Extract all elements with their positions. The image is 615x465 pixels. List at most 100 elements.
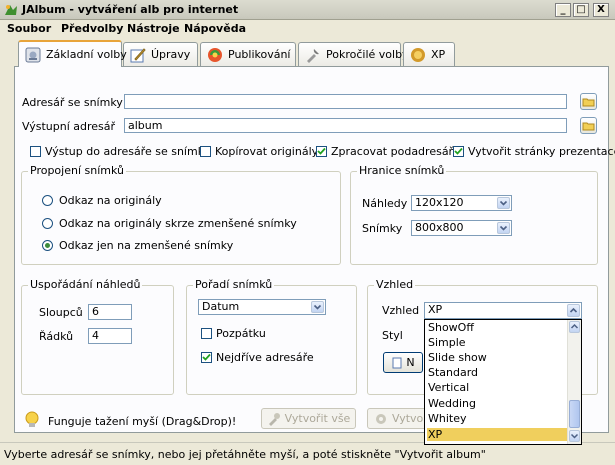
minimize-button[interactable]: _ xyxy=(555,3,571,17)
make-all-icon xyxy=(268,412,280,426)
jalbum-window: JAlbum - vytváření alb pro internet _ □ … xyxy=(0,0,615,465)
source-folder-input[interactable] xyxy=(124,94,567,109)
make-all-label: Vytvořit vše xyxy=(284,412,351,425)
title-bar: JAlbum - vytváření alb pro internet _ □ … xyxy=(0,0,615,20)
rows-input[interactable]: 4 xyxy=(88,328,132,344)
link-thumbs-only-radio[interactable] xyxy=(42,240,53,251)
window-title: JAlbum - vytváření alb pro internet xyxy=(22,3,239,16)
checkbox-label: Zpracovat podadresáře xyxy=(331,145,460,158)
menu-predvolby[interactable]: Předvolby xyxy=(61,22,123,35)
output-to-source-checkbox[interactable] xyxy=(30,146,41,157)
skin-label: Vzhled xyxy=(382,304,420,317)
output-folder-label: Výstupní adresář xyxy=(22,120,116,133)
thumbnails-label: Náhledy xyxy=(362,197,408,210)
skin-dropdown-list: ShowOff Simple Slide show Standard Verti… xyxy=(424,319,582,445)
tab-label: Úpravy xyxy=(151,48,191,61)
checkmark-icon xyxy=(202,353,211,361)
tab-label: Publikování xyxy=(228,48,291,61)
menu-soubor[interactable]: Soubor xyxy=(7,22,51,35)
tab-basic-settings[interactable]: Základní volby xyxy=(18,40,127,67)
document-icon xyxy=(392,357,402,368)
folders-first-label: Nejdříve adresáře xyxy=(216,351,314,364)
radio-label: Odkaz jen na zmenšené snímky xyxy=(59,239,234,252)
skin-option-standard[interactable]: Standard xyxy=(427,366,478,379)
skin-select[interactable]: XP xyxy=(424,302,582,319)
menu-bar: Soubor Předvolby Nástroje Nápověda xyxy=(0,20,615,38)
scroll-up-icon[interactable] xyxy=(569,321,580,333)
sort-order-select[interactable]: Datum xyxy=(198,299,326,315)
lightbulb-icon xyxy=(25,411,39,427)
tab-advanced-settings[interactable]: Pokročilé volby xyxy=(298,42,409,66)
process-subdirs-checkbox[interactable] xyxy=(316,146,327,157)
skin-value: XP xyxy=(428,303,443,316)
radio-label: Odkaz na originály skrze zmenšené snímky xyxy=(59,217,297,230)
rows-label: Řádků xyxy=(39,330,74,343)
link-originals-radio[interactable] xyxy=(42,195,53,206)
menu-napoveda[interactable]: Nápověda xyxy=(184,22,246,35)
make-all-button[interactable]: Vytvořit vše xyxy=(261,408,356,429)
chevron-down-icon[interactable] xyxy=(311,301,324,313)
image-size-select[interactable]: 800x800 xyxy=(411,220,512,236)
link-originals-via-thumbs-radio[interactable] xyxy=(42,218,53,229)
skin-option-wedding[interactable]: Wedding xyxy=(427,397,476,410)
radio-label: Odkaz na originály xyxy=(59,194,162,207)
folder-icon xyxy=(582,98,595,107)
skin-option-xp[interactable]: XP xyxy=(427,428,568,441)
status-text: Vyberte adresář se snímky, nebo jej přet… xyxy=(4,448,486,461)
source-folder-label: Adresář se snímky xyxy=(22,96,123,109)
copy-originals-checkbox[interactable] xyxy=(200,146,211,157)
output-folder-input[interactable]: album xyxy=(124,118,567,133)
tab-xp[interactable]: XP xyxy=(403,42,455,66)
tab-label: Základní volby xyxy=(46,48,127,61)
thumbnail-layout-group-title: Uspořádání náhledů xyxy=(28,278,143,291)
checkmark-icon xyxy=(454,147,463,155)
publish-icon xyxy=(208,47,222,62)
chevron-down-icon[interactable] xyxy=(497,222,510,234)
chevron-down-icon[interactable] xyxy=(497,197,510,209)
scroll-down-icon[interactable] xyxy=(569,430,580,442)
style-label: Styl xyxy=(382,329,403,342)
partial-skin-button[interactable]: N xyxy=(383,352,423,373)
skin-option-simple[interactable]: Simple xyxy=(427,336,466,349)
folders-first-checkbox[interactable] xyxy=(201,352,212,363)
skin-option-slide-show[interactable]: Slide show xyxy=(427,351,487,364)
checkbox-label: Kopírovat originály xyxy=(215,145,319,158)
image-bounds-group-title: Hranice snímků xyxy=(357,164,447,177)
columns-input[interactable]: 6 xyxy=(88,304,132,320)
appearance-group-title: Vzhled xyxy=(374,278,416,291)
menu-nastroje[interactable]: Nástroje xyxy=(127,22,180,35)
reverse-order-label: Pozpátku xyxy=(216,327,266,340)
gear-icon xyxy=(376,413,386,424)
edit-icon xyxy=(130,47,146,62)
chevron-up-icon[interactable] xyxy=(567,304,580,317)
skin-option-vertical[interactable]: Vertical xyxy=(427,381,469,394)
image-bounds-group xyxy=(350,171,598,265)
close-button[interactable]: X xyxy=(593,3,609,17)
maximize-button[interactable]: □ xyxy=(573,3,589,17)
advanced-settings-icon xyxy=(307,48,319,63)
jalbum-logo-icon xyxy=(5,5,17,15)
checkmark-icon xyxy=(317,147,326,155)
tab-edit[interactable]: Úpravy xyxy=(123,42,198,66)
thumbnail-size-value: 120x120 xyxy=(415,196,464,209)
partial-skin-button-label: N xyxy=(406,356,415,369)
image-order-group-title: Pořadí snímků xyxy=(193,278,275,291)
image-size-value: 800x800 xyxy=(415,221,464,234)
reverse-order-checkbox[interactable] xyxy=(201,328,212,339)
xp-icon xyxy=(411,47,425,62)
checkbox-label: Výstup do adresáře se snímky xyxy=(45,145,211,158)
browse-output-button[interactable] xyxy=(580,117,597,134)
skin-option-whitey[interactable]: Whitey xyxy=(427,412,467,425)
scroll-thumb[interactable] xyxy=(569,400,580,428)
dropdown-scrollbar[interactable] xyxy=(567,320,581,444)
tab-publishing[interactable]: Publikování xyxy=(200,42,296,66)
tab-label: Pokročilé volby xyxy=(326,48,409,61)
browse-source-button[interactable] xyxy=(580,93,597,110)
status-bar: Vyberte adresář se snímky, nebo jej přet… xyxy=(0,442,615,465)
folder-icon xyxy=(582,122,595,131)
create-slide-pages-checkbox[interactable] xyxy=(453,146,464,157)
skin-option-showoff[interactable]: ShowOff xyxy=(427,321,474,334)
tab-label: XP xyxy=(431,48,446,61)
thumbnail-size-select[interactable]: 120x120 xyxy=(411,195,512,211)
sort-order-value: Datum xyxy=(202,300,240,313)
